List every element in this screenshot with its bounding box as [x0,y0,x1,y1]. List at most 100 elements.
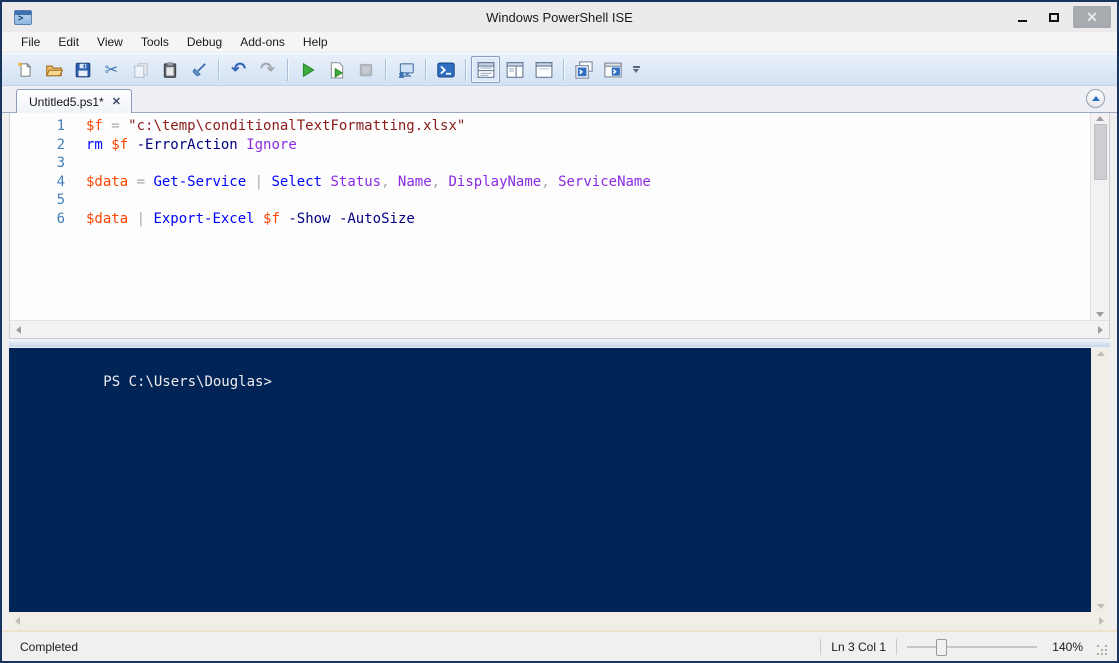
show-powershell-window-button[interactable] [598,56,627,83]
copy-button[interactable] [126,56,155,83]
run-script-icon [299,61,317,79]
line-number: 6 [56,210,65,227]
clear-console-pane-button[interactable] [184,56,213,83]
stop-operation-icon [357,61,375,79]
code-line: 5 [10,191,1090,210]
workspace: 1 $f = "c:\temp\conditionalTextFormatting… [2,113,1117,630]
console-horizontal-scrollbar[interactable] [9,612,1110,630]
console-prompt: PS C:\Users\Douglas> [103,374,272,390]
scroll-up-arrow-icon[interactable] [1096,351,1105,356]
code-line: 4 $data = Get-Service | Select Status, Na… [10,173,1090,192]
menu-item-addons[interactable]: Add-ons [231,33,294,51]
menu-item-debug[interactable]: Debug [178,33,231,51]
title-bar: Windows PowerShell ISE ✕ [2,2,1117,32]
open-script-icon [45,61,63,79]
script-tab-label: Untitled5.ps1* [29,94,104,109]
chevron-up-icon [1091,96,1100,101]
new-script-button[interactable] [10,56,39,83]
new-script-icon [16,61,34,79]
paste-button[interactable] [155,56,184,83]
redo-button[interactable]: ↷ [253,56,282,83]
minimize-icon [1017,20,1027,22]
code-text: rm $f -ErrorAction Ignore [86,136,297,153]
line-number: 2 [56,136,65,153]
code-line: 3 [10,154,1090,173]
undo-icon: ↶ [230,58,247,80]
copy-icon [132,61,150,79]
toolbar-separator [563,58,564,81]
line-number: 5 [56,192,65,209]
zoom-slider-thumb[interactable] [936,638,948,656]
maximize-icon [1049,12,1059,22]
save-script-icon [74,61,92,79]
menu-item-tools[interactable]: Tools [132,33,178,51]
chevron-down-icon [633,69,639,73]
resize-grip[interactable] [1097,644,1109,657]
undo-button[interactable]: ↶ [224,56,253,83]
menu-item-file[interactable]: File [12,33,49,51]
line-number: 1 [56,118,65,134]
zoom-slider-track[interactable] [907,645,1037,648]
editor-vertical-scrollbar[interactable] [1090,113,1109,320]
new-powershell-tab-icon [574,60,594,80]
scroll-down-arrow-icon[interactable] [1096,604,1105,609]
stop-operation-button[interactable] [351,56,380,83]
menu-item-help[interactable]: Help [294,33,337,51]
cut-icon: ✂ [104,60,119,79]
start-powershell-button[interactable] [431,56,460,83]
tab-close-icon[interactable]: ✕ [112,95,121,108]
collapse-script-pane-button[interactable] [1086,89,1105,108]
menu-item-view[interactable]: View [88,33,132,51]
zoom-slider[interactable] [907,637,1037,657]
script-editor[interactable]: 1 $f = "c:\temp\conditionalTextFormatting… [10,113,1090,320]
console-pane: PS C:\Users\Douglas> [9,348,1110,630]
show-script-pane-maximized-button[interactable] [529,56,558,83]
open-script-button[interactable] [39,56,68,83]
editor-horizontal-scrollbar[interactable] [10,320,1109,338]
status-bar: Completed Ln 3 Col 1 140% [2,630,1117,661]
scroll-right-arrow-icon[interactable] [1099,617,1104,625]
new-powershell-tab-button[interactable] [569,56,598,83]
maximize-button[interactable] [1041,6,1067,28]
menu-item-edit[interactable]: Edit [49,33,88,51]
window-title: Windows PowerShell ISE [486,9,633,25]
toolbar-separator [425,58,426,81]
close-button[interactable]: ✕ [1073,6,1111,28]
scroll-down-arrow-icon[interactable] [1096,312,1104,317]
toolbar-separator [385,58,386,81]
statusbar-separator [896,638,897,655]
cut-button[interactable]: ✂ [97,56,126,83]
show-script-pane-top-icon [475,61,497,79]
minimize-button[interactable] [1009,6,1035,28]
scroll-left-arrow-icon[interactable] [16,325,21,334]
console-input-area[interactable]: PS C:\Users\Douglas> [9,348,1091,612]
save-script-button[interactable] [68,56,97,83]
code-line: 1 $f = "c:\temp\conditionalTextFormatting… [10,117,1090,136]
overflow-bar-icon [632,66,640,68]
clear-console-pane-icon [190,61,208,79]
new-remote-powershell-tab-button[interactable] [391,56,420,83]
scroll-up-arrow-icon[interactable] [1096,116,1104,121]
script-tab[interactable]: Untitled5.ps1* ✕ [16,89,132,113]
editor-scrollbar-thumb[interactable] [1093,124,1107,180]
toolbar-overflow-button[interactable] [629,56,643,83]
line-number: 3 [56,155,65,172]
console-vertical-scrollbar[interactable] [1091,348,1110,612]
zoom-level: 140% [1052,639,1083,654]
start-powershell-icon [436,60,456,80]
pane-splitter[interactable] [9,340,1110,347]
show-script-pane-top-button[interactable] [471,56,500,83]
code-line: 2 rm $f -ErrorAction Ignore [10,136,1090,155]
code-text: $data | Export-Excel $f -Show -AutoSize [86,210,415,227]
show-script-pane-right-button[interactable] [500,56,529,83]
scroll-left-arrow-icon[interactable] [15,617,20,625]
line-number: 4 [56,173,65,190]
run-selection-button[interactable] [322,56,351,83]
scroll-right-arrow-icon[interactable] [1098,325,1103,334]
code-text: $data = Get-Service | Select Status, Nam… [86,173,651,190]
show-script-pane-right-icon [504,61,526,79]
run-script-button[interactable] [293,56,322,83]
toolbar: ✂ ↶ ↷ [2,53,1117,86]
code-text: $f = "c:\temp\conditionalTextFormatting.… [86,118,466,134]
